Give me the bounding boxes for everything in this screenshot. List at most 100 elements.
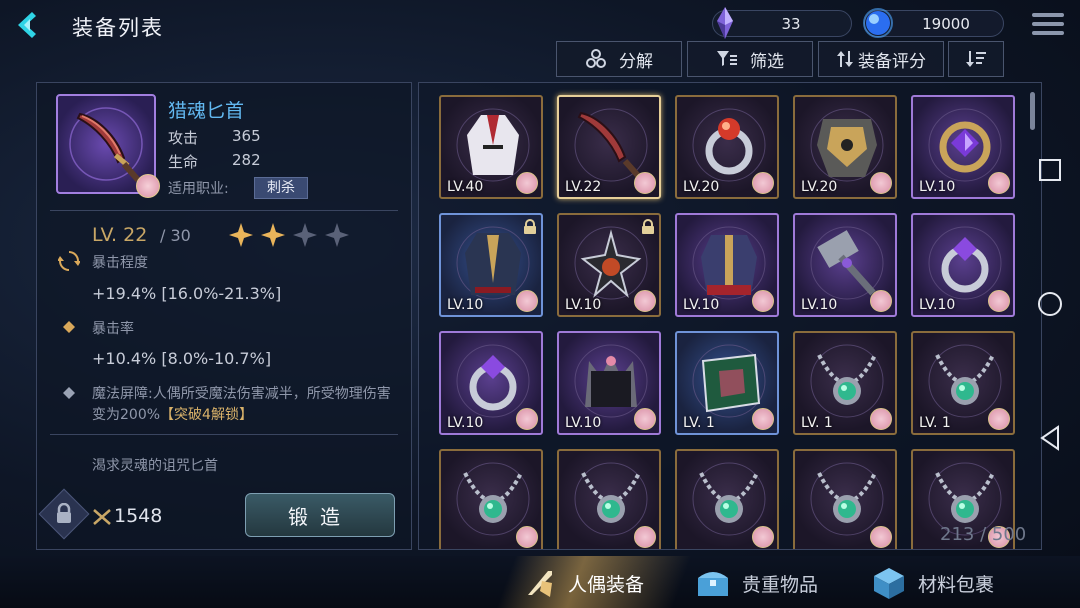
owner-avatar [634,290,656,312]
owner-avatar [752,408,774,430]
item-level: LV.40 [447,179,484,195]
inventory-slot[interactable]: LV.40 [439,95,543,199]
inventory-slot[interactable] [557,449,661,549]
sub-stat-2-name: 暴击率 [92,321,134,337]
decompose-icon [586,49,606,68]
attack-value: 365 [232,127,261,145]
decompose-label: 分解 [619,51,653,72]
inventory-slot[interactable] [439,449,543,549]
sort-descending-icon [966,51,986,67]
inventory-slot[interactable]: LV. 1 [793,331,897,435]
item-level: LV.10 [565,297,602,313]
inventory-slot[interactable]: LV.22 [557,95,661,199]
item-level: LV.22 [565,179,602,195]
inventory-slot[interactable]: LV.20 [675,95,779,199]
item-level: LV.10 [447,297,484,313]
inventory-slot[interactable]: LV.10 [439,331,543,435]
item-level: LV. 1 [919,415,951,431]
item-level: LV.10 [801,297,838,313]
treasure-chest-icon [698,572,728,596]
item-level: LV.10 [565,415,602,431]
orb-counter: 19000 [863,8,1004,38]
sword-shield-icon [528,571,552,597]
back-button[interactable] [6,6,48,44]
owner-avatar [516,172,538,194]
sort-order-button[interactable] [948,41,1004,77]
inventory-slot[interactable]: LV.10 [911,95,1015,199]
menu-button[interactable] [1030,8,1066,40]
inventory-count: 213 / 500 [940,524,1027,545]
owner-avatar [870,526,892,548]
item-level: LV.10 [919,297,956,313]
star-rating [228,222,350,248]
star-filled-icon [229,223,253,247]
decompose-button[interactable]: 分解 [556,41,682,77]
tab-label: 材料包裹 [918,573,995,596]
blue-orb-icon [863,8,893,38]
crystal-counter: 33 [712,7,852,39]
inventory-slot[interactable]: LV.10 [557,331,661,435]
home-icon[interactable] [1036,290,1064,318]
inventory-grid: LV.40 LV.22 LV.20 LV.20 LV.10 LV.10 LV.10 LV.10… [418,82,1042,550]
owner-avatar [752,526,774,548]
passive-unlock: 【突破4解锁】 [160,407,253,423]
star-filled-icon [261,223,285,247]
inventory-slot[interactable]: LV.20 [793,95,897,199]
job-badge: 刺杀 [254,177,308,199]
owner-avatar [634,408,656,430]
inventory-slot[interactable]: LV.10 [439,213,543,317]
owner-avatar [136,174,160,198]
sub-stat-1-name: 暴击程度 [92,255,148,271]
inventory-slot[interactable]: LV.10 [675,213,779,317]
sub-stat-2-value: +10.4% [8.0%-10.7%] [92,349,272,368]
sort-score-label: 装备评分 [858,51,926,72]
tab-valuables[interactable]: 贵重物品 [694,560,818,606]
filter-icon [717,51,737,66]
cube-icon [874,568,904,599]
filter-button[interactable]: 筛选 [687,41,813,77]
page-title: 装备列表 [72,16,164,40]
owner-avatar [870,290,892,312]
combat-power: 1548 [114,505,163,527]
inventory-slot[interactable]: LV. 1 [675,331,779,435]
lock-icon [57,503,71,523]
hp-label: 生命 [168,153,199,171]
item-level: LV.10 [919,179,956,195]
inventory-slot[interactable] [675,449,779,549]
inventory-slot[interactable]: LV.10 [793,213,897,317]
owner-avatar [752,290,774,312]
owner-avatar [634,526,656,548]
inventory-slot[interactable]: LV.10 [557,213,661,317]
sort-score-button[interactable]: 装备评分 [818,41,944,77]
divider [50,434,398,435]
crystal-icon [717,7,733,39]
attack-label: 攻击 [168,129,199,147]
owner-avatar [752,172,774,194]
owner-avatar [988,290,1010,312]
tab-label: 贵重物品 [742,573,819,596]
lock-icon [524,219,536,234]
diamond-bullet-gray-icon [63,387,75,399]
crystal-value: 33 [781,14,801,33]
inventory-slot[interactable]: LV. 1 [911,331,1015,435]
owner-avatar [870,408,892,430]
scrollbar[interactable] [1030,92,1035,130]
inventory-slot[interactable]: LV.10 [911,213,1015,317]
inventory-slot[interactable] [793,449,897,549]
diamond-bullet-icon [63,321,75,333]
tab-label: 人偶装备 [568,573,645,596]
owner-avatar [988,408,1010,430]
item-level: LV.20 [683,179,720,195]
passive-skill: 魔法屏障:人偶所受魔法伤害减半，所受物理伤害变为200%【突破4解锁】 [92,384,404,426]
tab-doll-equipment[interactable]: 人偶装备 [522,560,644,606]
forge-button[interactable]: 锻造 [245,493,395,537]
owner-avatar [634,172,656,194]
tab-materials[interactable]: 材料包裹 [870,560,994,606]
divider [50,210,398,211]
crossed-swords-icon [93,509,111,525]
back-nav-icon[interactable] [1038,424,1062,452]
lock-icon [642,219,654,234]
recent-apps-icon[interactable] [1038,158,1062,182]
star-empty-icon [293,223,317,247]
item-level: LV. 1 [683,415,715,431]
